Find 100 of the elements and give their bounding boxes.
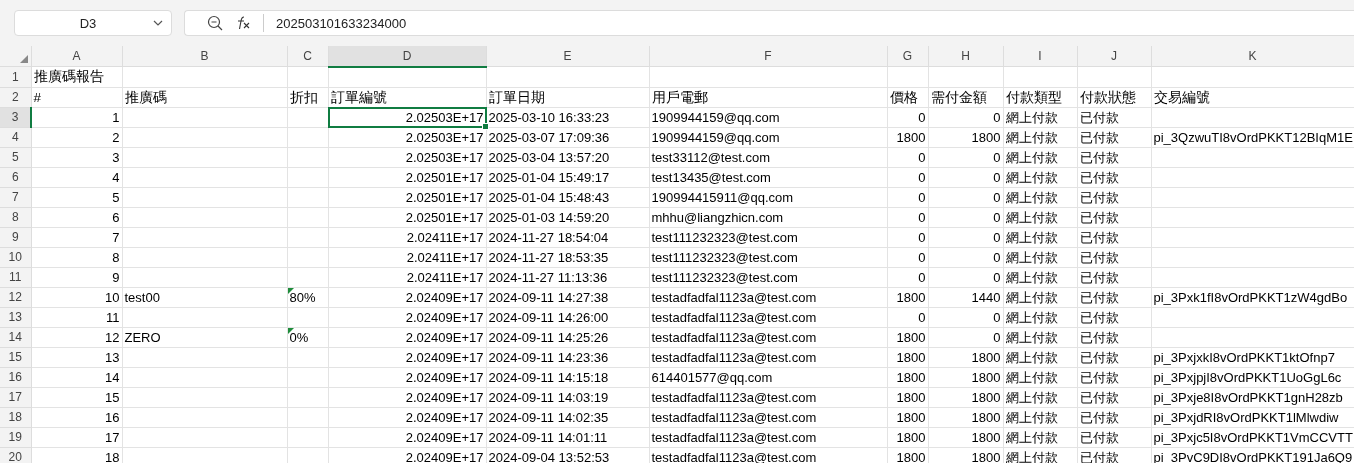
column-header[interactable]: B <box>122 46 287 67</box>
table-cell: 0 <box>918 269 926 285</box>
table-cell: pi_3PxjpjI8vOrdPKKT1UoGgL6c <box>1153 369 1342 385</box>
row-header[interactable]: 18 <box>0 407 31 427</box>
table-cell: 190994415911@qq.com <box>651 189 794 205</box>
table-cell: 已付款 <box>1079 109 1119 125</box>
table-cell: 1909944159@qq.com <box>651 109 780 125</box>
table-cell: 13 <box>105 349 120 365</box>
table-cell: 已付款 <box>1079 169 1119 185</box>
row-header[interactable]: 1 <box>0 66 31 87</box>
chevron-down-icon <box>153 20 163 26</box>
table-cell: 6 <box>112 209 120 225</box>
row-header[interactable]: 11 <box>0 267 31 287</box>
table-cell: 2024-09-11 14:02:35 <box>488 409 609 425</box>
column-header[interactable]: F <box>649 46 887 67</box>
table-cell: 已付款 <box>1079 249 1119 265</box>
column-header[interactable]: K <box>1151 46 1354 67</box>
row-header[interactable]: 14 <box>0 327 31 347</box>
row-header[interactable]: 15 <box>0 347 31 367</box>
table-cell: 2.02503E+17 <box>405 109 484 125</box>
table-cell: 2024-11-27 18:54:04 <box>488 229 609 245</box>
table-cell: 1909944159@qq.com <box>651 129 780 145</box>
table-cell: 2024-09-11 14:25:26 <box>488 329 609 345</box>
table-cell: pi_3Pxk1fI8vOrdPKKT1zW4gdBo <box>1153 289 1348 305</box>
table-cell: 0 <box>918 169 926 185</box>
table-cell: 1800 <box>971 429 1001 445</box>
table-cell: 1800 <box>971 409 1001 425</box>
table-cell: 9 <box>112 269 120 285</box>
name-box[interactable]: D3 <box>14 10 172 36</box>
row-header[interactable]: 5 <box>0 147 31 167</box>
column-header[interactable]: G <box>887 46 928 67</box>
function-icon[interactable] <box>235 15 251 31</box>
table-cell: 已付款 <box>1079 209 1119 225</box>
table-cell: 0 <box>993 229 1001 245</box>
column-header[interactable]: A <box>31 46 122 67</box>
formula-field[interactable]: 202503101633234000 <box>184 10 1354 36</box>
table-cell: 2025-01-04 15:48:43 <box>488 189 610 205</box>
table-cell: 已付款 <box>1079 129 1119 145</box>
table-cell: 2024-09-11 14:27:38 <box>488 289 609 305</box>
row-header[interactable]: 17 <box>0 387 31 407</box>
column-title: 交易編號 <box>1153 89 1210 105</box>
table-cell: 網上付款 <box>1005 189 1058 205</box>
row-header[interactable]: 12 <box>0 287 31 307</box>
table-cell: testadfadfal1123a@test.com <box>651 349 817 365</box>
table-cell: 0 <box>993 309 1001 325</box>
column-title: 價格 <box>889 89 918 105</box>
column-header[interactable]: D <box>328 46 486 67</box>
table-cell: test00 <box>124 289 160 305</box>
table-cell: testadfadfal1123a@test.com <box>651 309 817 325</box>
table-cell: 0 <box>918 309 926 325</box>
row-header[interactable]: 9 <box>0 227 31 247</box>
row-header[interactable]: 16 <box>0 367 31 387</box>
table-cell: 2025-01-03 14:59:20 <box>488 209 610 225</box>
row-header[interactable]: 8 <box>0 207 31 227</box>
row-header[interactable]: 19 <box>0 427 31 447</box>
table-cell: 0 <box>993 209 1001 225</box>
table-cell: 2025-03-10 16:33:23 <box>488 109 610 125</box>
column-header[interactable]: I <box>1003 46 1077 67</box>
table-cell: 2.02409E+17 <box>405 389 484 405</box>
table-cell: 0 <box>918 229 926 245</box>
table-cell: 已付款 <box>1079 189 1119 205</box>
table-cell: 0 <box>918 209 926 225</box>
row-header[interactable]: 13 <box>0 307 31 327</box>
table-cell: 1800 <box>896 129 926 145</box>
table-cell: testadfadfal1123a@test.com <box>651 429 817 445</box>
column-header[interactable]: J <box>1077 46 1151 67</box>
column-title: 訂單編號 <box>330 89 387 105</box>
table-cell: 2025-03-04 13:57:20 <box>488 149 610 165</box>
table-cell: 2024-09-04 13:52:53 <box>488 449 610 463</box>
table-cell: 2.02409E+17 <box>405 429 484 445</box>
table-cell: 網上付款 <box>1005 349 1058 365</box>
row-header[interactable]: 6 <box>0 167 31 187</box>
zoom-out-icon[interactable] <box>207 15 223 31</box>
column-header[interactable]: H <box>928 46 1003 67</box>
table-cell: mhhu@liangzhicn.com <box>651 209 784 225</box>
table-cell: pi_3Pxjc5I8vOrdPKKT1VmCCVTT <box>1153 429 1353 445</box>
row-header[interactable]: 7 <box>0 187 31 207</box>
row-header[interactable]: 4 <box>0 127 31 147</box>
table-cell: 網上付款 <box>1005 389 1058 405</box>
table-cell: 已付款 <box>1079 349 1119 365</box>
table-cell: 2025-03-07 17:09:36 <box>488 129 610 145</box>
table-cell: 1800 <box>896 369 926 385</box>
table-cell: testadfadfal1123a@test.com <box>651 289 817 305</box>
table-cell: 已付款 <box>1079 329 1119 345</box>
row-header[interactable]: 2 <box>0 87 31 107</box>
table-cell: 已付款 <box>1079 449 1119 463</box>
table-cell: 網上付款 <box>1005 209 1058 225</box>
table-cell: 17 <box>105 429 120 445</box>
column-header[interactable]: C <box>287 46 328 67</box>
row-header[interactable]: 10 <box>0 247 31 267</box>
table-cell: 2.02409E+17 <box>405 309 484 325</box>
table-cell: 網上付款 <box>1005 109 1058 125</box>
table-cell: test111232323@test.com <box>651 249 798 265</box>
select-all-corner[interactable] <box>0 46 31 67</box>
row-header[interactable]: 3 <box>0 107 31 127</box>
table-cell: 2.02409E+17 <box>405 449 484 463</box>
column-header[interactable]: E <box>486 46 649 67</box>
table-cell: 5 <box>112 189 120 205</box>
table-cell: 4 <box>112 169 120 185</box>
table-cell: 已付款 <box>1079 289 1119 305</box>
